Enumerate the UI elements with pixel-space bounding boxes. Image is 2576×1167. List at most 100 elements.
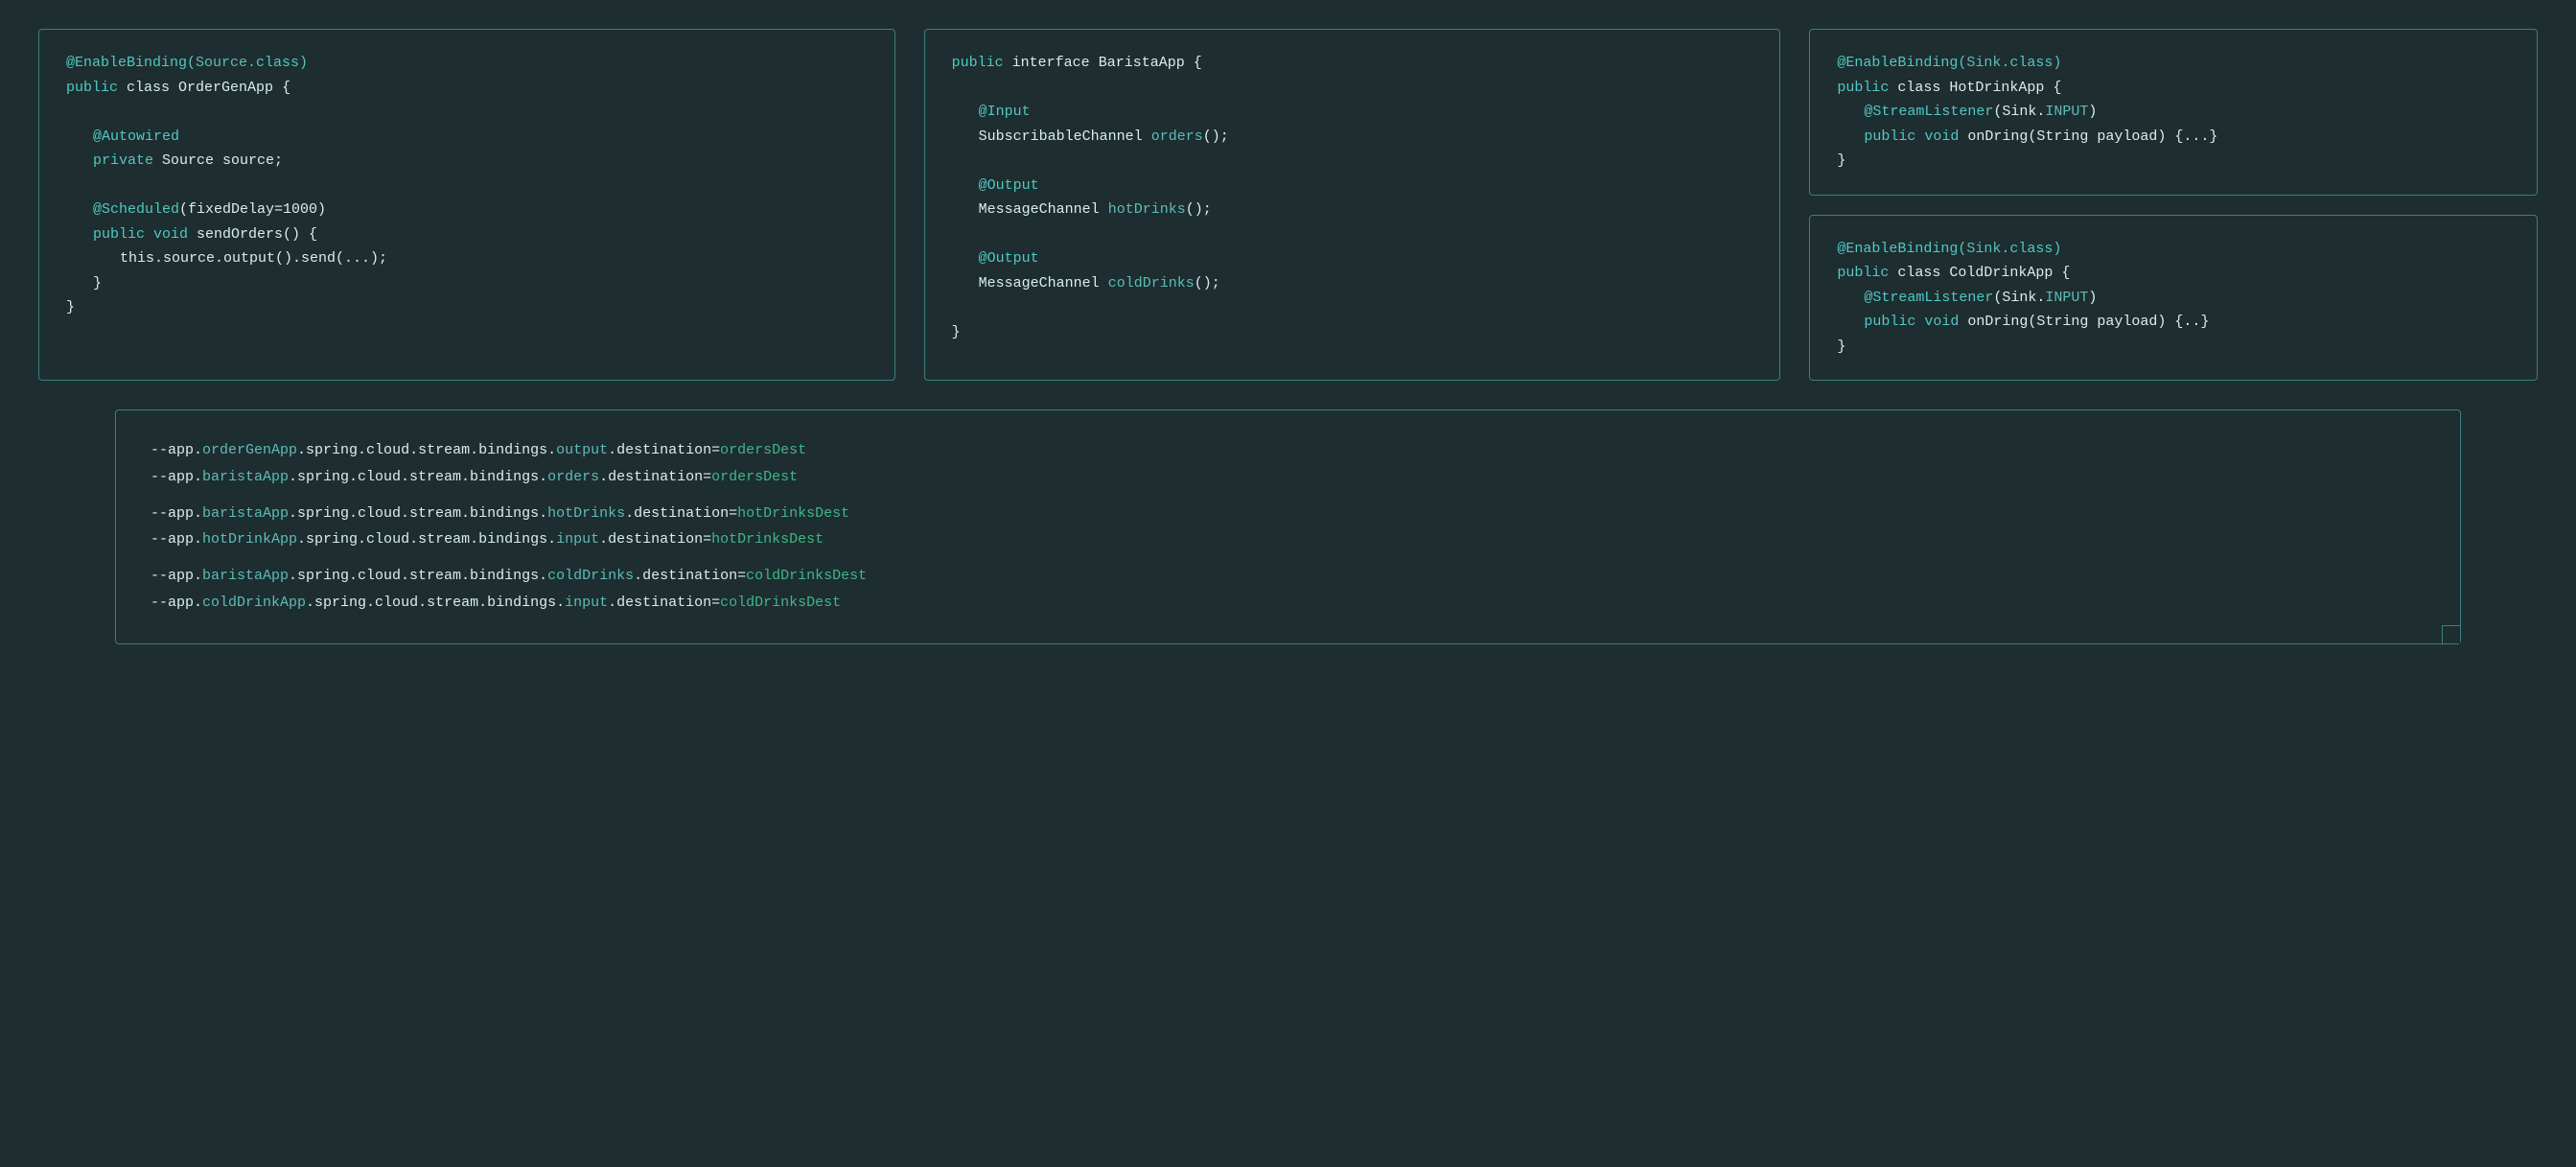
code-token: public (1837, 80, 1889, 96)
code-token: Sink (1966, 55, 2001, 71)
code-line: public class ColdDrinkApp { (1837, 261, 2510, 286)
code-token: { (1185, 55, 1202, 71)
code-token: @Input (979, 104, 1031, 120)
code-line (952, 222, 1753, 247)
code-token: BaristaApp (1099, 55, 1185, 71)
config-line: --app.hotDrinkApp.spring.cloud.stream.bi… (151, 526, 2425, 553)
code-token: MessageChannel (979, 201, 1108, 218)
code-line: @Output (952, 246, 1753, 271)
code-line: @StreamListener(Sink.INPUT) (1837, 100, 2510, 125)
code-token: public (952, 55, 1004, 71)
code-token: } (952, 324, 961, 340)
code-line: @Autowired (66, 125, 868, 150)
code-token: sendOrders() { (188, 226, 317, 243)
code-line: public void sendOrders() { (66, 222, 868, 247)
code-token: (Sink. (1993, 290, 2045, 306)
code-token: Source (196, 55, 247, 71)
code-token: } (1837, 338, 1845, 355)
code-token: (); (1203, 128, 1229, 145)
code-line: } (952, 320, 1753, 345)
config-box: --app.orderGenApp.spring.cloud.stream.bi… (115, 409, 2461, 644)
code-line (952, 295, 1753, 320)
code-token: } (1837, 152, 1845, 169)
code-token: public void (1864, 128, 1959, 145)
code-token: private (93, 152, 153, 169)
code-token: @Output (979, 177, 1039, 194)
config-line: --app.baristaApp.spring.cloud.stream.bin… (151, 501, 2425, 527)
code-token: Source source; (153, 152, 283, 169)
code-line: @Input (952, 100, 1753, 125)
code-token: ) (2088, 290, 2097, 306)
code-token: } (66, 299, 75, 315)
code-token: INPUT (2045, 290, 2088, 306)
code-line: public class HotDrinkApp { (1837, 76, 2510, 101)
code-token: Sink (1966, 241, 2001, 257)
code-token: INPUT (2045, 104, 2088, 120)
code-token: { (2053, 265, 2070, 281)
code-line: @Output (952, 174, 1753, 198)
code-line: this.source.output().send(...); (66, 246, 868, 271)
code-line: @Scheduled(fixedDelay=1000) (66, 198, 868, 222)
code-token: this.source.output().send(...); (120, 250, 387, 267)
code-token: @EnableBinding( (1837, 241, 1966, 257)
code-line: } (1837, 149, 2510, 174)
code-token: @Autowired (93, 128, 179, 145)
hot-drink-app-box: @EnableBinding(Sink.class)public class H… (1809, 29, 2538, 196)
order-gen-app-box: @EnableBinding(Source.class)public class… (38, 29, 895, 381)
code-line: @StreamListener(Sink.INPUT) (1837, 286, 2510, 311)
code-token: onDring(String payload) {..} (1959, 314, 2209, 330)
code-token: ) (2088, 104, 2097, 120)
config-line: --app.orderGenApp.spring.cloud.stream.bi… (151, 437, 2425, 464)
right-column: @EnableBinding(Sink.class)public class H… (1809, 29, 2538, 381)
barista-app-box: public interface BaristaApp { @Input Subs… (924, 29, 1781, 381)
code-token: hotDrinks (1108, 201, 1186, 218)
code-token: .class) (2001, 55, 2061, 71)
code-line: public interface BaristaApp { (952, 51, 1753, 76)
code-token: public void (1864, 314, 1959, 330)
code-line: MessageChannel hotDrinks(); (952, 198, 1753, 222)
code-token: OrderGenApp (178, 80, 273, 96)
code-token: class (1889, 265, 1949, 281)
code-token: orders (1151, 128, 1203, 145)
code-line (66, 174, 868, 198)
config-line: --app.baristaApp.spring.cloud.stream.bin… (151, 563, 2425, 590)
code-token: @StreamListener (1864, 290, 1993, 306)
code-line: private Source source; (66, 149, 868, 174)
code-token: SubscribableChannel (979, 128, 1151, 145)
code-token: @Scheduled (93, 201, 179, 218)
code-line: public class OrderGenApp { (66, 76, 868, 101)
code-line: public void onDring(String payload) {...… (1837, 125, 2510, 150)
code-token: coldDrinks (1108, 275, 1195, 292)
code-line (952, 76, 1753, 101)
code-token: .class) (2001, 241, 2061, 257)
code-line: public void onDring(String payload) {..} (1837, 310, 2510, 335)
config-line: --app.baristaApp.spring.cloud.stream.bin… (151, 464, 2425, 491)
code-token: @StreamListener (1864, 104, 1993, 120)
code-token: } (93, 275, 102, 292)
code-token: interface (1004, 55, 1099, 71)
code-token: (); (1195, 275, 1220, 292)
code-token: @EnableBinding( (66, 55, 196, 71)
code-line: } (66, 295, 868, 320)
cold-drink-app-box: @EnableBinding(Sink.class) public class C… (1809, 215, 2538, 382)
code-line: } (66, 271, 868, 296)
code-token: (fixedDelay=1000) (179, 201, 326, 218)
code-token: (Sink. (1993, 104, 2045, 120)
code-line (66, 100, 868, 125)
code-token: class (118, 80, 178, 96)
code-token: { (273, 80, 290, 96)
code-token: .class) (247, 55, 308, 71)
code-token: public (66, 80, 118, 96)
code-token: (); (1186, 201, 1212, 218)
code-line: MessageChannel coldDrinks(); (952, 271, 1753, 296)
top-row: @EnableBinding(Source.class)public class… (38, 29, 2538, 381)
code-token: onDring(String payload) {...} (1959, 128, 2217, 145)
code-token: @EnableBinding( (1837, 55, 1966, 71)
code-token: public (1837, 265, 1889, 281)
code-token: HotDrinkApp (1949, 80, 2044, 96)
code-line: @EnableBinding(Sink.class) (1837, 51, 2510, 76)
code-token: ColdDrinkApp (1949, 265, 2053, 281)
code-token: public void (93, 226, 188, 243)
code-line (952, 149, 1753, 174)
code-line: @EnableBinding(Source.class) (66, 51, 868, 76)
